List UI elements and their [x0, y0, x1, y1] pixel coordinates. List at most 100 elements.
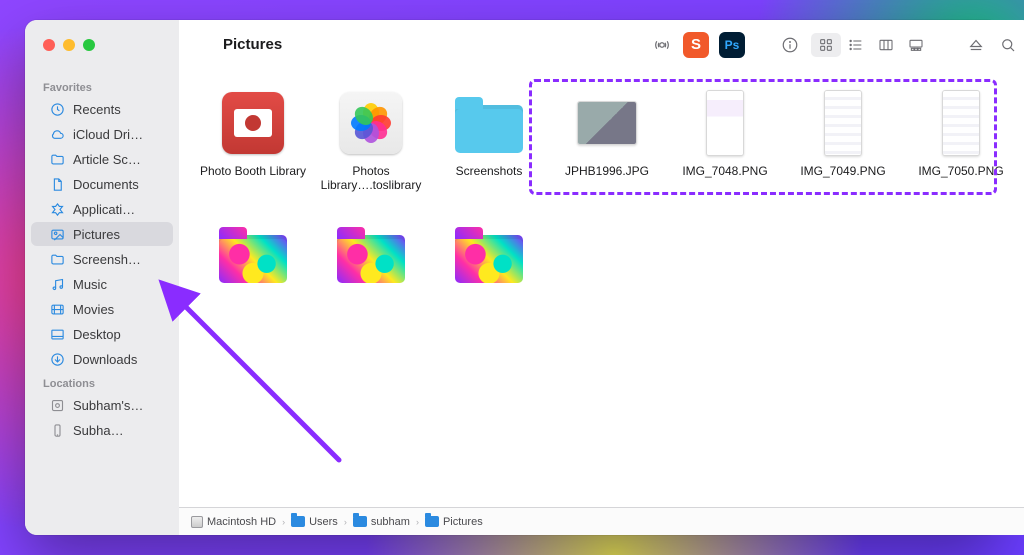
- sidebar-item-label: Article Sc…: [73, 152, 141, 167]
- eject-icon[interactable]: [965, 34, 987, 56]
- path-segment[interactable]: Pictures: [425, 516, 483, 528]
- sidebar-item-article-sc[interactable]: Article Sc…: [31, 147, 173, 171]
- close-window-button[interactable]: [43, 39, 55, 51]
- sidebar-item-downloads[interactable]: Downloads: [31, 347, 173, 371]
- file-item[interactable]: [433, 218, 545, 294]
- sidebar-item-label: Movies: [73, 302, 114, 317]
- file-label: Photos Library….toslibrary: [317, 164, 425, 192]
- icon-view-button[interactable]: [811, 33, 841, 57]
- file-item[interactable]: [197, 218, 309, 294]
- phone-icon: [49, 422, 65, 438]
- window-controls: [25, 39, 179, 51]
- main-pane: Photo Booth Library Photos Library….tosli…: [179, 70, 1024, 507]
- sidebar-item-label: Pictures: [73, 227, 120, 242]
- download-icon: [49, 351, 65, 367]
- sidebar-item-music[interactable]: Music: [31, 272, 173, 296]
- file-item[interactable]: JPHB1996.JPG: [551, 88, 663, 192]
- folder-icon: [353, 516, 367, 527]
- path-segment[interactable]: Users: [291, 516, 338, 528]
- app-red-icon: [218, 88, 288, 158]
- minimize-window-button[interactable]: [63, 39, 75, 51]
- sidebar-item-icloud-dri[interactable]: iCloud Dri…: [31, 122, 173, 146]
- view-switcher: [811, 33, 931, 57]
- clock-icon: [49, 101, 65, 117]
- sidebar-item-subham-s[interactable]: Subham's…: [31, 393, 173, 417]
- app-icon: [49, 201, 65, 217]
- doc-icon: [49, 176, 65, 192]
- search-icon[interactable]: [997, 34, 1019, 56]
- path-label: Users: [309, 516, 338, 528]
- path-segment[interactable]: subham: [353, 516, 410, 528]
- path-label: Pictures: [443, 516, 483, 528]
- sidebar-item-subha[interactable]: Subha…: [31, 418, 173, 442]
- toolbar: S Ps: [651, 32, 1024, 58]
- file-item[interactable]: Photo Booth Library: [197, 88, 309, 192]
- file-label: IMG_7050.PNG: [918, 164, 1003, 178]
- path-label: Macintosh HD: [207, 516, 276, 528]
- list-view-button[interactable]: [841, 33, 871, 57]
- airdrop-icon[interactable]: [651, 34, 673, 56]
- sidebar-item-label: Subha…: [73, 423, 124, 438]
- sidebar-item-applicati[interactable]: Applicati…: [31, 197, 173, 221]
- disk-icon: [49, 397, 65, 413]
- sidebar-item-screensh[interactable]: Screensh…: [31, 247, 173, 271]
- external-app-s[interactable]: S: [683, 32, 709, 58]
- file-item[interactable]: Photos Library….toslibrary: [315, 88, 427, 192]
- sidebar-item-label: Recents: [73, 102, 121, 117]
- file-label: IMG_7048.PNG: [682, 164, 767, 178]
- sidebar-section-header: Locations: [25, 372, 179, 392]
- folder-icon: [49, 151, 65, 167]
- sidebar-item-label: Downloads: [73, 352, 137, 367]
- finder-window: Pictures S Ps: [25, 20, 999, 535]
- sidebar-item-label: Documents: [73, 177, 139, 192]
- window-title: Pictures: [223, 36, 282, 53]
- sidebar-item-label: Screensh…: [73, 252, 141, 267]
- sidebar-item-documents[interactable]: Documents: [31, 172, 173, 196]
- cloud-icon: [49, 126, 65, 142]
- file-item[interactable]: Screenshots: [433, 88, 545, 192]
- app-photos-icon: [336, 88, 406, 158]
- external-app-ps[interactable]: Ps: [719, 32, 745, 58]
- folder-icon: [291, 516, 305, 527]
- column-view-button[interactable]: [871, 33, 901, 57]
- zoom-window-button[interactable]: [83, 39, 95, 51]
- file-label: JPHB1996.JPG: [565, 164, 649, 178]
- folder-psy-icon: [454, 218, 524, 288]
- file-item[interactable]: [315, 218, 427, 294]
- desktop-icon: [49, 326, 65, 342]
- sidebar-item-label: iCloud Dri…: [73, 127, 143, 142]
- img-ui2-icon: [808, 88, 878, 158]
- file-item[interactable]: IMG_7049.PNG: [787, 88, 899, 192]
- sidebar-item-label: Subham's…: [73, 398, 143, 413]
- sidebar-item-desktop[interactable]: Desktop: [31, 322, 173, 346]
- sidebar-item-recents[interactable]: Recents: [31, 97, 173, 121]
- sidebar-item-movies[interactable]: Movies: [31, 297, 173, 321]
- sidebar-section-header: Favorites: [25, 76, 179, 96]
- titlebar: Pictures S Ps: [25, 20, 1024, 70]
- file-label: IMG_7049.PNG: [800, 164, 885, 178]
- file-label: Screenshots: [456, 164, 523, 178]
- folder-icon: [425, 516, 439, 527]
- img-photo-icon: [572, 88, 642, 158]
- folder-psy-icon: [218, 218, 288, 288]
- file-item[interactable]: IMG_7050.PNG: [905, 88, 1017, 192]
- picture-icon: [49, 226, 65, 242]
- file-item[interactable]: IMG_7048.PNG: [669, 88, 781, 192]
- file-grid: Photo Booth Library Photos Library….tosli…: [197, 88, 1017, 294]
- img-ui1-icon: [690, 88, 760, 158]
- info-icon[interactable]: [779, 34, 801, 56]
- folder-psy-icon: [336, 218, 406, 288]
- sidebar: Favorites Recents iCloud Dri… Article Sc… Do…: [25, 70, 179, 535]
- path-label: subham: [371, 516, 410, 528]
- chevron-right-icon: ›: [416, 517, 419, 527]
- img-ui3-icon: [926, 88, 996, 158]
- chevron-right-icon: ›: [344, 517, 347, 527]
- sidebar-item-label: Applicati…: [73, 202, 135, 217]
- folder-icon: [454, 88, 524, 158]
- sidebar-item-pictures[interactable]: Pictures: [31, 222, 173, 246]
- sidebar-item-label: Desktop: [73, 327, 121, 342]
- disk-icon: [191, 516, 203, 528]
- gallery-view-button[interactable]: [901, 33, 931, 57]
- path-bar: Macintosh HD›Users›subham›Pictures: [179, 507, 1024, 535]
- path-segment[interactable]: Macintosh HD: [191, 516, 276, 528]
